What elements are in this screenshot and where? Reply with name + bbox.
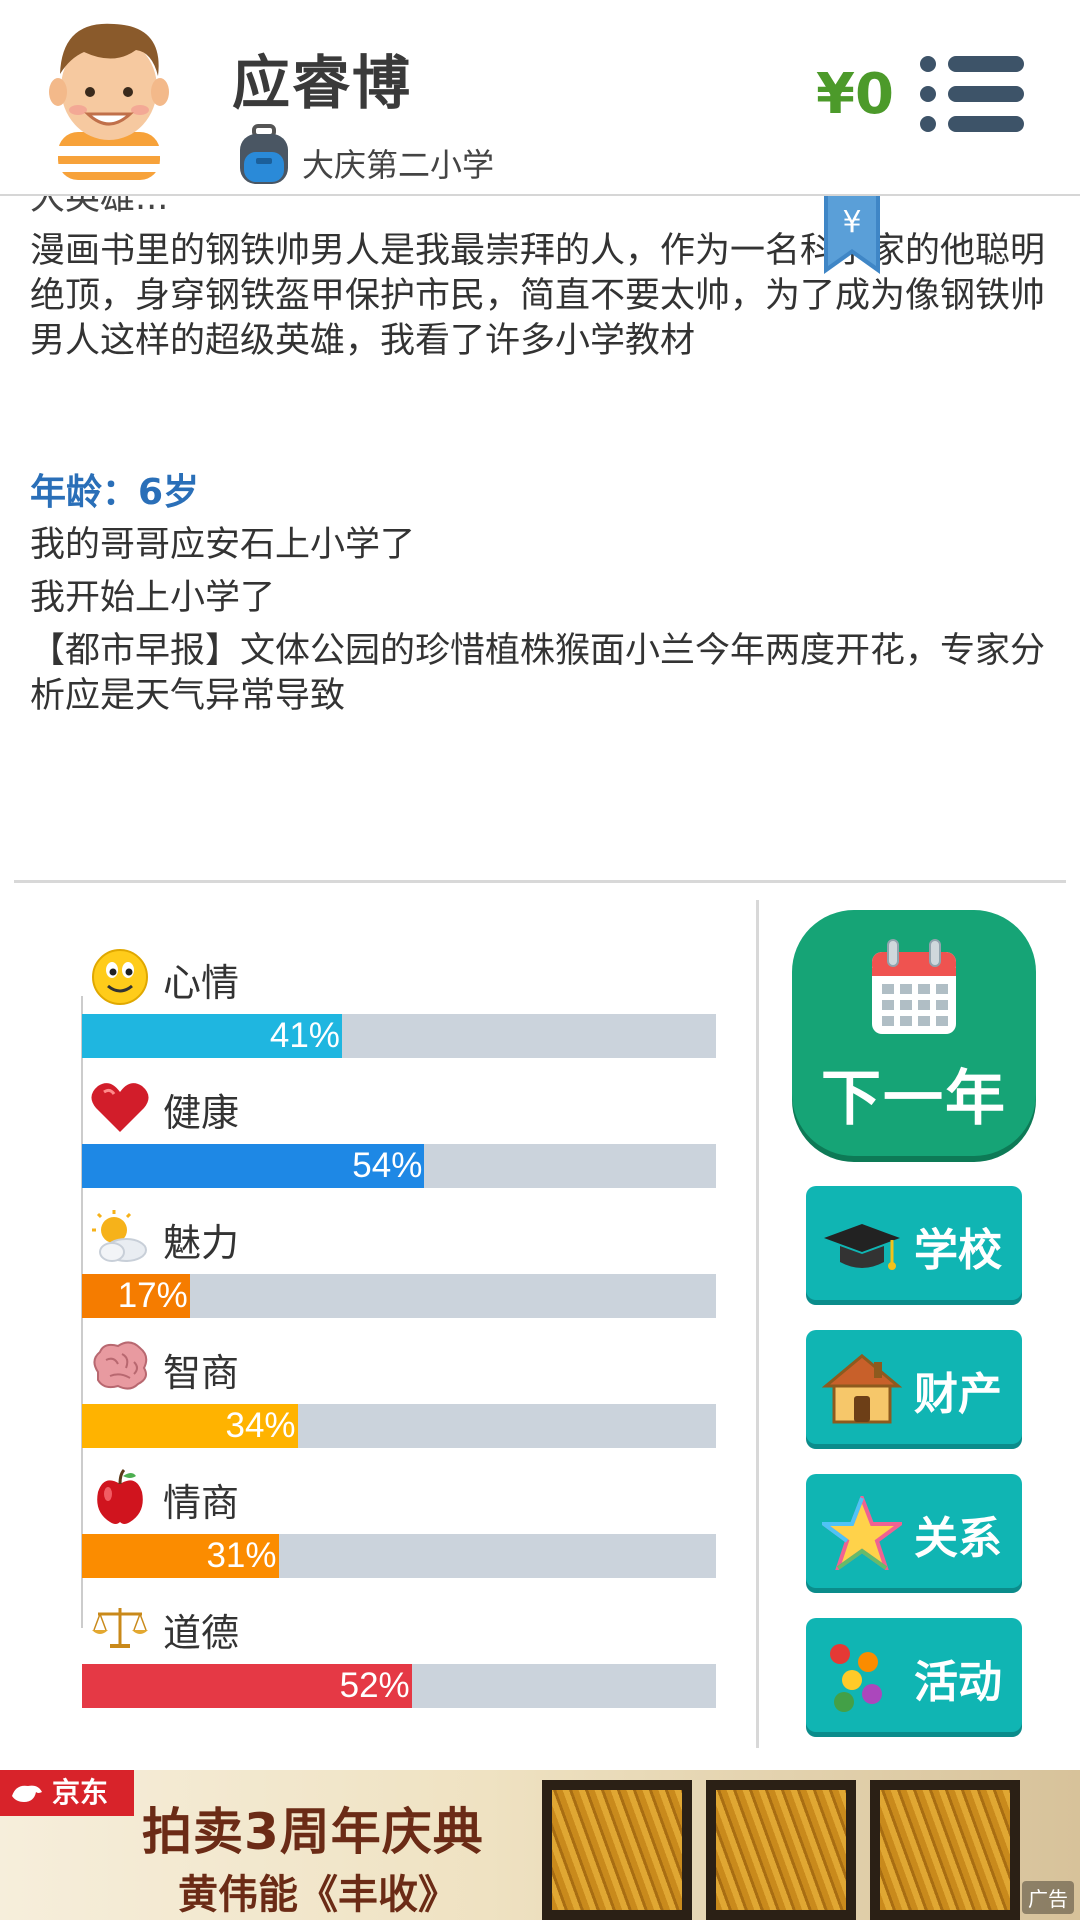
school-button[interactable]: 学校 [806, 1186, 1022, 1300]
stat-health: 健康 54% [0, 1030, 760, 1188]
stat-track: 52% [82, 1664, 716, 1708]
activities-label: 活动 [914, 1657, 1002, 1708]
log-paragraph: 漫画书里的钢铁帅男人是我最崇拜的人，作为一名科学家的他聪明绝顶，身穿钢铁盔甲保护… [30, 231, 1046, 361]
brain-icon [93, 1341, 148, 1390]
log-entry: 我的哥哥应安石上小学了 [30, 525, 416, 565]
life-event-log[interactable]: 大英雄... 漫画书里的钢铁帅男人是我最崇拜的人，作为一名科学家的他聪明绝顶，身… [30, 196, 1050, 880]
jd-dog-logo-icon [12, 1785, 42, 1802]
stat-label: 情商 [163, 1481, 240, 1525]
panel-divider [756, 900, 759, 1748]
money-bookmark-icon[interactable]: ¥ [824, 196, 880, 274]
stat-eq: 情商 31% [0, 1420, 760, 1578]
menu-icon[interactable] [920, 54, 1024, 134]
stat-mood: 心情 41% [0, 900, 760, 1058]
smiley-face-icon [92, 949, 148, 1005]
scales-icon [92, 1608, 148, 1648]
stat-fill: 52% [82, 1664, 412, 1708]
attribute-panel: 心情 41% 健康 54% 魅力 17% 智商 34% 情商 31% 道德 52… [0, 900, 760, 1740]
stat-label: 道德 [163, 1611, 240, 1655]
ad-banner[interactable]: 京东 拍卖3周年庆典 黄伟能《丰收》 广告 [0, 1770, 1080, 1920]
stat-label: 魅力 [163, 1221, 240, 1265]
property-label: 财产 [914, 1369, 1002, 1420]
ad-tag: 广告 [1022, 1881, 1074, 1914]
apple-icon [97, 1468, 143, 1524]
stat-percent: 52% [339, 1666, 410, 1705]
log-line-clipped: 大英雄... [30, 196, 169, 218]
graduation-cap-icon [824, 1224, 900, 1270]
money-balance: ¥0 [816, 62, 894, 127]
stat-label: 智商 [163, 1351, 240, 1395]
stat-label: 健康 [163, 1091, 240, 1135]
star-icon [822, 1496, 902, 1570]
bookmark-symbol: ¥ [842, 205, 861, 240]
stat-charm: 魅力 17% [0, 1160, 760, 1318]
ad-painting-thumb [870, 1780, 1020, 1920]
relations-label: 关系 [914, 1513, 1002, 1564]
stat-label: 心情 [163, 961, 240, 1005]
next-year-button[interactable]: 下一年 [792, 910, 1036, 1156]
school-label: 学校 [914, 1225, 1002, 1276]
ad-brand-badge: 京东 [0, 1770, 134, 1816]
ad-brand-text: 京东 [52, 1776, 109, 1809]
stat-iq: 智商 34% [0, 1290, 760, 1448]
boy-avatar-icon[interactable] [44, 14, 174, 180]
backpack-icon [240, 124, 288, 184]
heart-icon [91, 1083, 149, 1132]
next-year-label: 下一年 [821, 1064, 1007, 1134]
log-entry: 我开始上小学了 [30, 578, 276, 618]
school-name: 大庆第二小学 [302, 146, 495, 184]
log-entry: 【都市早报】文体公园的珍惜植株猴面小兰今年两度开花，专家分析应是天气异常导致 [30, 631, 1046, 716]
stat-morality: 道德 52% [0, 1550, 760, 1708]
activity-dots-icon [830, 1644, 882, 1712]
ad-painting-thumb [706, 1780, 856, 1920]
section-divider [14, 880, 1066, 883]
ad-headline: 拍卖3周年庆典 [142, 1803, 484, 1861]
top-bar: 应睿博 大庆第二小学 ¥0 [0, 0, 1080, 196]
ad-subline: 黄伟能《丰收》 [178, 1872, 458, 1918]
property-button[interactable]: 财产 [806, 1330, 1022, 1444]
age-heading: 年龄：6岁 [30, 472, 200, 513]
calendar-icon [872, 939, 956, 1034]
relations-button[interactable]: 关系 [806, 1474, 1022, 1588]
house-icon [822, 1354, 902, 1424]
activities-button[interactable]: 活动 [806, 1618, 1022, 1732]
player-name: 应睿博 [232, 49, 413, 117]
sun-cloud-icon [92, 1210, 147, 1262]
ad-painting-thumb [542, 1780, 692, 1920]
